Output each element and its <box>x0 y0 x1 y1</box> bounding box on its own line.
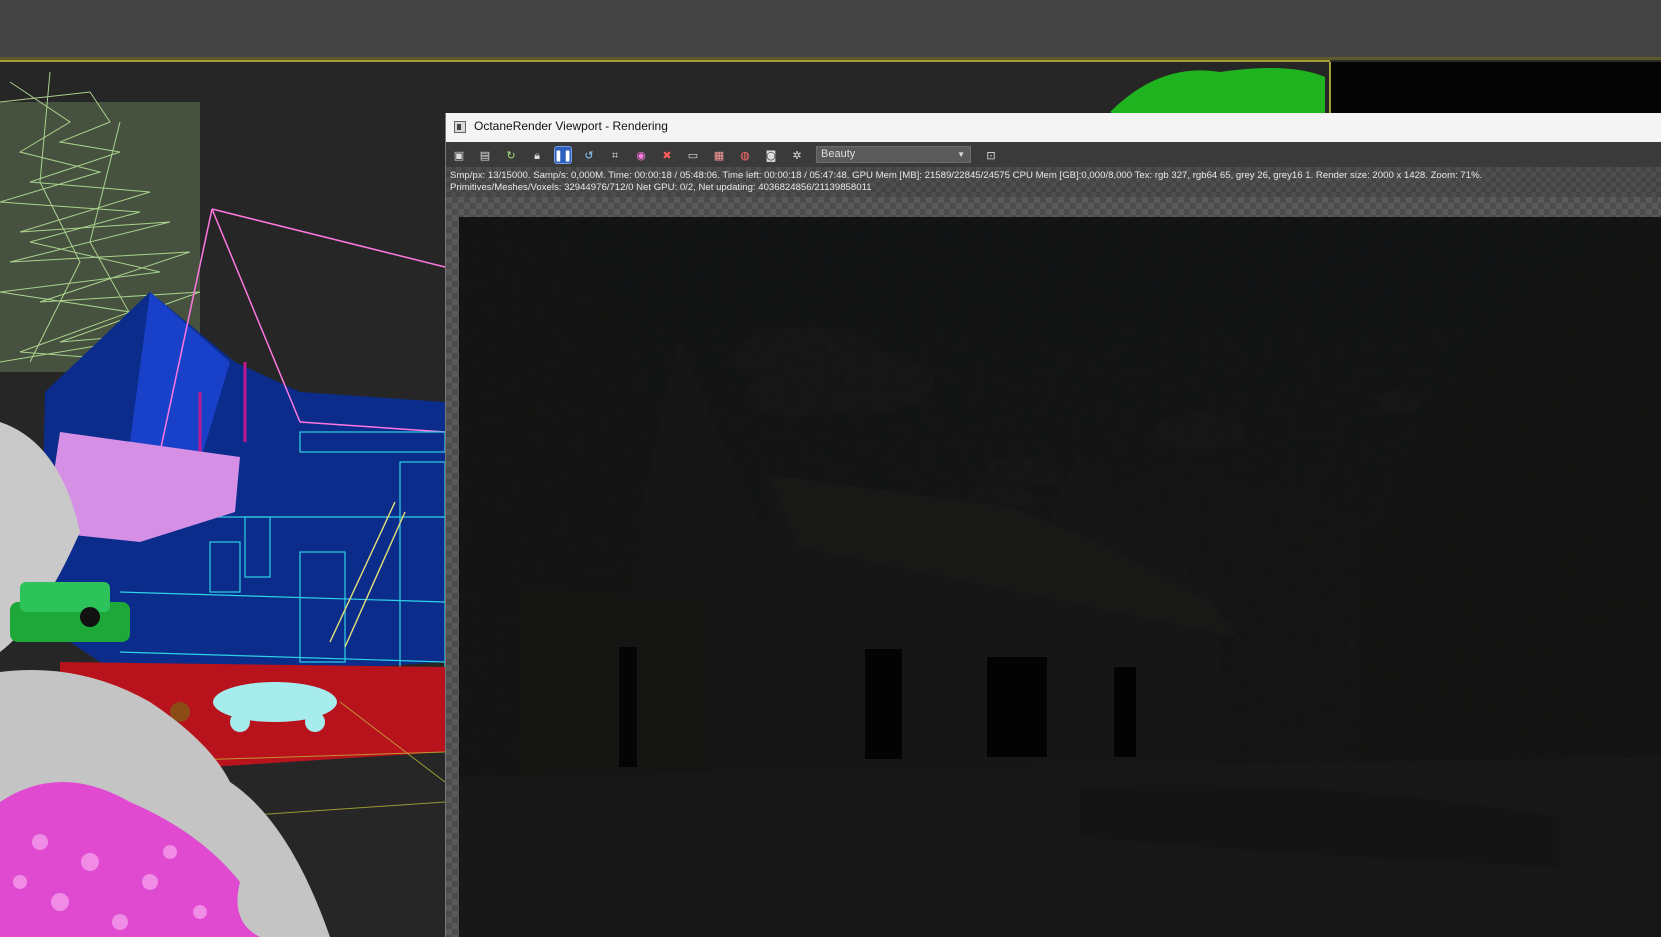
render-image <box>459 217 1661 937</box>
lock-icon[interactable]: 🔒︎ <box>529 147 545 163</box>
render-statistics: Smp/px: 13/15000. Samp/s: 0,000M. Time: … <box>446 167 1661 197</box>
film-icon[interactable]: ▦ <box>711 147 727 163</box>
color-picker-icon[interactable]: ◉ <box>633 147 649 163</box>
camera-icon[interactable]: ◙ <box>763 147 779 163</box>
record-icon[interactable]: ◍ <box>737 147 753 163</box>
status-line-2: Primitives/Meshes/Voxels: 32944976/712/0… <box>450 182 872 193</box>
pause-icon[interactable]: ❚❚ <box>554 146 572 164</box>
settings-icon[interactable]: ✲ <box>789 147 805 163</box>
region-render-icon[interactable]: ⌗ <box>607 147 623 163</box>
octane-viewport-window[interactable]: OctaneRender Viewport - Rendering ▣ ▤ ↻ … <box>445 113 1661 937</box>
window-icon <box>454 121 466 133</box>
clear-icon[interactable]: ✖ <box>659 147 675 163</box>
refresh-icon[interactable]: ↺ <box>581 147 597 163</box>
octane-toolbar: ▣ ▤ ↻ 🔒︎ ❚❚ ↺ ⌗ ◉ ✖ ▭ ▦ ◍ ◙ ✲ Beauty ▼ ⊡ <box>446 142 1661 167</box>
secondary-viewport <box>1329 62 1661 114</box>
render-pass-value: Beauty <box>821 148 856 160</box>
host-app-toolbar <box>0 0 1661 57</box>
render-canvas[interactable] <box>446 197 1661 937</box>
copy-icon[interactable]: ▤ <box>477 147 493 163</box>
status-line-1: Smp/px: 13/15000. Samp/s: 0,000M. Time: … <box>450 170 1483 181</box>
window-title: OctaneRender Viewport - Rendering <box>474 119 668 133</box>
display-icon[interactable]: ▭ <box>685 147 701 163</box>
render-pass-select[interactable]: Beauty ▼ <box>816 146 971 163</box>
chevron-down-icon: ▼ <box>957 150 965 159</box>
restart-render-icon[interactable]: ↻ <box>503 147 519 163</box>
expand-icon[interactable]: ⊡ <box>983 147 999 163</box>
save-image-icon[interactable]: ▣ <box>451 147 467 163</box>
window-titlebar[interactable]: OctaneRender Viewport - Rendering <box>446 113 1661 143</box>
